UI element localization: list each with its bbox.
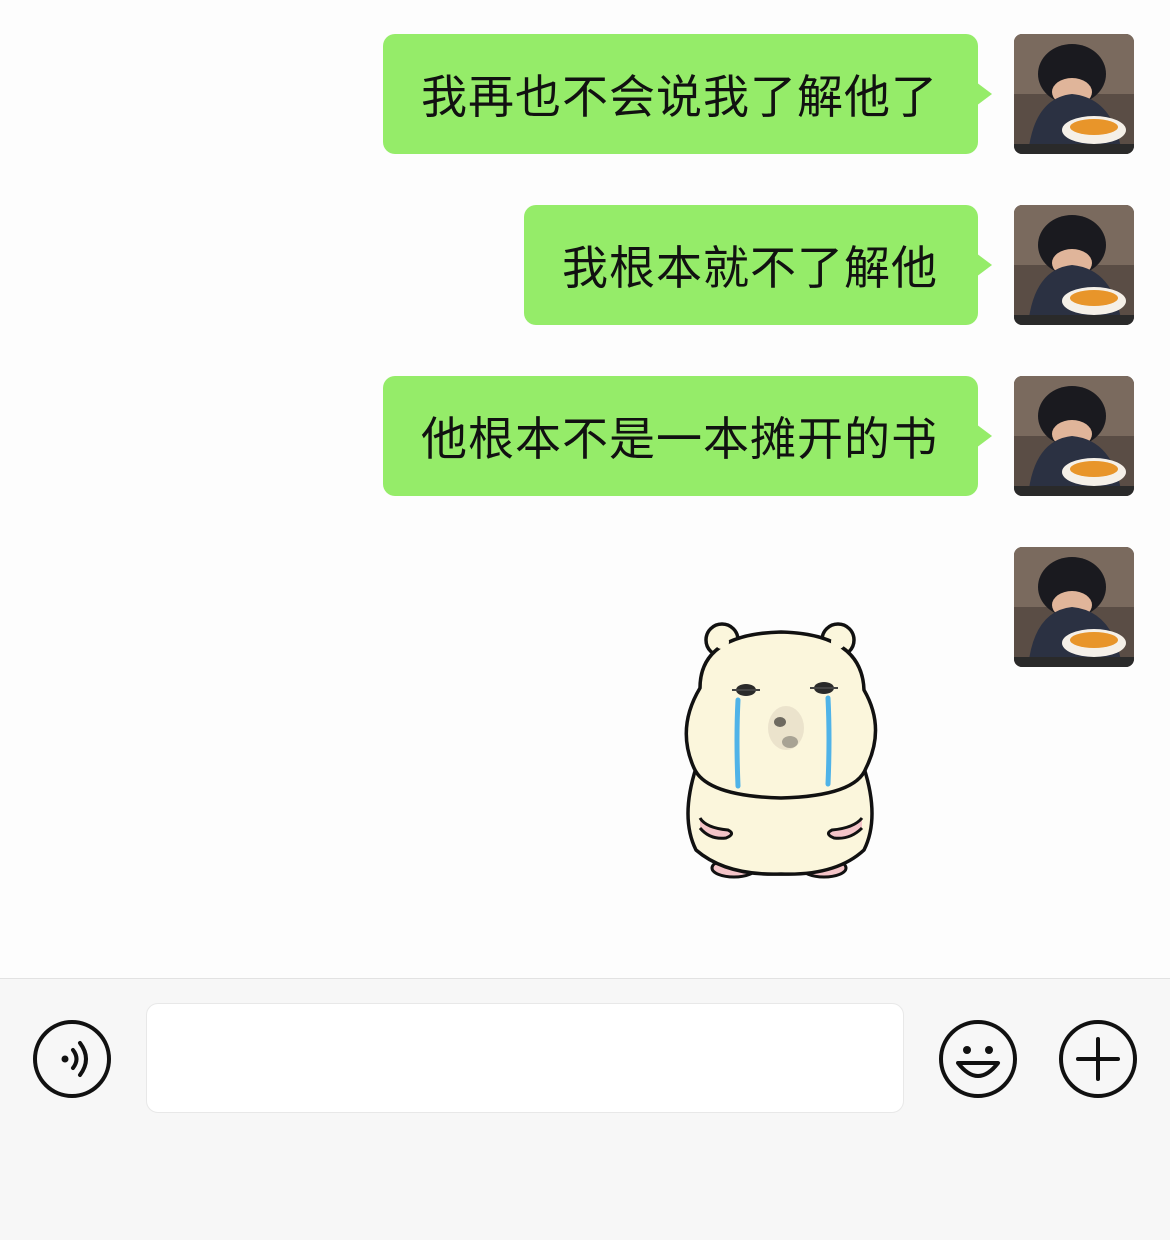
avatar-image	[1014, 34, 1134, 154]
message-input[interactable]	[146, 1003, 904, 1113]
emoji-button[interactable]	[938, 1019, 1018, 1099]
message-row: 我再也不会说我了解他了	[374, 34, 1134, 154]
chat-message-area[interactable]: 我再也不会说我了解他了 我根本就不了解他 他根本不是一本摊开的书	[0, 0, 1170, 978]
avatar-image	[1014, 547, 1134, 667]
message-row: 我根本就不了解他	[514, 205, 1134, 325]
voice-icon	[33, 1020, 111, 1098]
plus-button[interactable]	[1058, 1019, 1138, 1099]
avatar[interactable]	[1014, 205, 1134, 325]
avatar-image	[1014, 376, 1134, 496]
avatar-image	[1014, 205, 1134, 325]
voice-button[interactable]	[32, 1019, 112, 1099]
avatar[interactable]	[1014, 34, 1134, 154]
message-bubble[interactable]: 我再也不会说我了解他了	[383, 34, 992, 154]
avatar[interactable]	[1014, 376, 1134, 496]
crying-hamster-sticker[interactable]	[666, 618, 896, 888]
message-bubble[interactable]: 他根本不是一本摊开的书	[383, 376, 992, 496]
avatar[interactable]	[1014, 547, 1134, 667]
plus-icon	[1059, 1020, 1137, 1098]
message-bubble[interactable]: 我根本就不了解他	[524, 205, 992, 325]
message-row: 他根本不是一本摊开的书	[374, 376, 1134, 496]
crying-hamster-icon	[684, 622, 878, 879]
message-row	[934, 547, 1134, 667]
chat-input-bar	[0, 978, 1170, 1240]
emoji-icon	[939, 1020, 1017, 1098]
